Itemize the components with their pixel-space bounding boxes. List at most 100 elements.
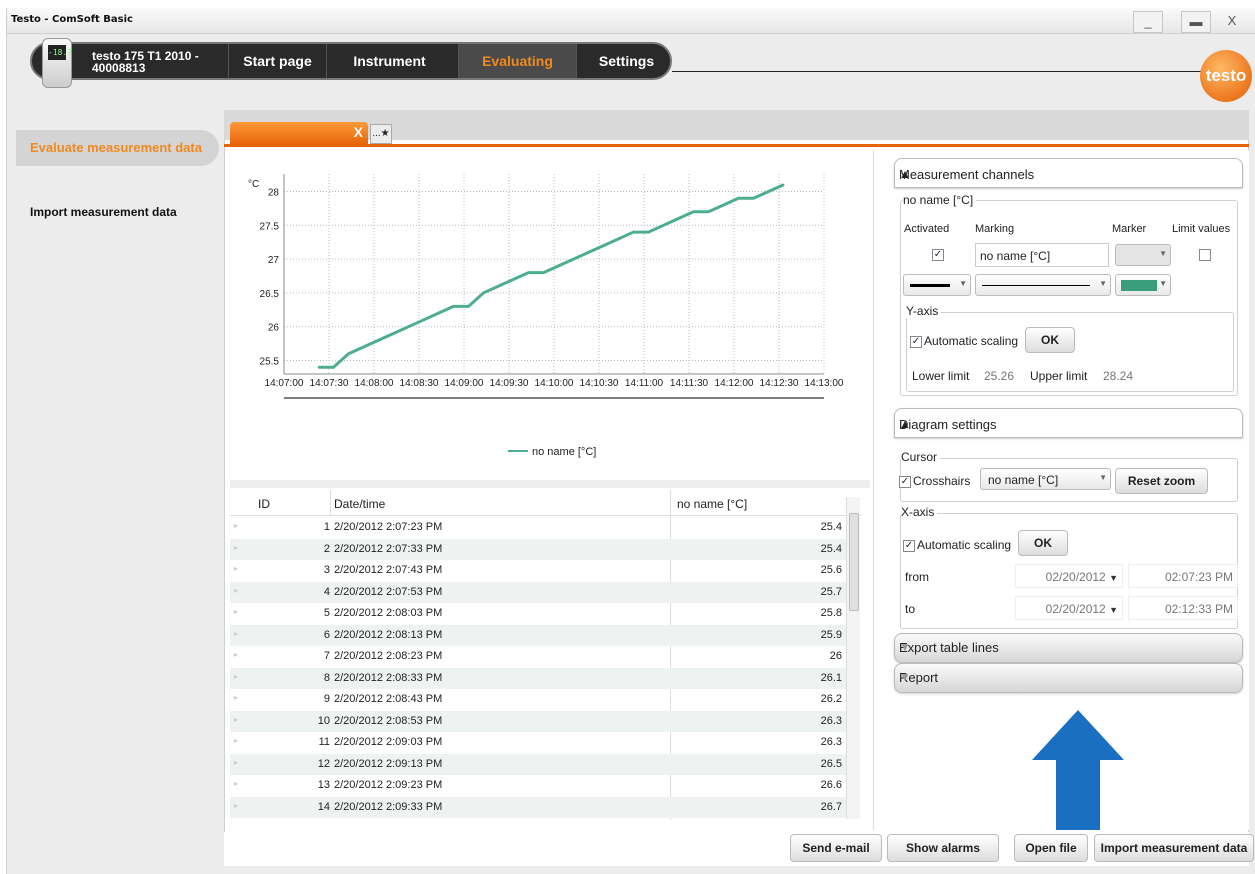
document-tab[interactable]: X xyxy=(230,122,368,144)
data-point[interactable] xyxy=(707,210,710,213)
reset-zoom-button[interactable]: Reset zoom xyxy=(1115,468,1208,494)
table-row[interactable]: ▸ 10 2/20/2012 2:08:53 PM 26.3 xyxy=(230,710,852,732)
minimize-button[interactable]: _ xyxy=(1133,11,1163,33)
marking-input[interactable]: no name [°C] xyxy=(975,243,1109,267)
lower-limit-value[interactable]: 25.26 xyxy=(984,369,1014,383)
limit-values-checkbox[interactable] xyxy=(1199,249,1211,261)
table-row[interactable]: ▸ 6 2/20/2012 2:08:13 PM 25.9 xyxy=(230,624,852,646)
send-email-button[interactable]: Send e-mail xyxy=(790,834,882,862)
data-point[interactable] xyxy=(407,325,410,328)
y-auto-scaling-checkbox[interactable]: ✓ xyxy=(910,336,922,348)
data-point[interactable] xyxy=(482,291,485,294)
col-id-header[interactable]: ID xyxy=(258,497,270,511)
import-measurement-data-button[interactable]: Import measurement data xyxy=(1094,834,1254,862)
data-point[interactable] xyxy=(332,366,335,369)
table-row[interactable]: ▸ 14 2/20/2012 2:09:33 PM 26.7 xyxy=(230,796,852,818)
line-color-dropdown[interactable]: ▼ xyxy=(1115,274,1171,296)
data-point[interactable] xyxy=(452,305,455,308)
new-tab-button[interactable]: ...★ xyxy=(370,124,392,144)
dropdown-arrow-icon: ▼ xyxy=(1109,573,1118,583)
to-date-picker[interactable]: 02/20/2012 ▼ xyxy=(1015,596,1123,620)
x-auto-scaling-checkbox[interactable]: ✓ xyxy=(903,540,915,552)
table-row[interactable]: ▸ 2 2/20/2012 2:07:33 PM 25.4 xyxy=(230,538,852,560)
sidebar-item-import[interactable]: Import measurement data xyxy=(30,205,177,219)
data-point[interactable] xyxy=(572,258,575,261)
table-row[interactable]: ▸ 3 2/20/2012 2:07:43 PM 25.6 xyxy=(230,560,852,581)
export-table-lines-header[interactable]: Export table lines ▼ xyxy=(894,633,1243,663)
col-value-header[interactable]: no name [°C] xyxy=(677,497,747,511)
y-ok-button[interactable]: OK xyxy=(1025,327,1075,353)
table-row[interactable]: ▸ 8 2/20/2012 2:08:33 PM 26.1 xyxy=(230,667,852,689)
data-point[interactable] xyxy=(677,217,680,220)
data-point[interactable] xyxy=(527,271,530,274)
maximize-button[interactable]: ▬ xyxy=(1181,11,1211,33)
data-point[interactable] xyxy=(662,224,665,227)
data-point[interactable] xyxy=(557,264,560,267)
data-point[interactable] xyxy=(632,231,635,234)
tab-instrument[interactable]: Instrument xyxy=(326,44,452,78)
marker-dropdown[interactable]: ▼ xyxy=(1115,244,1171,266)
crosshairs-checkbox[interactable]: ✓ xyxy=(899,476,911,488)
table-row[interactable]: ▸ 13 2/20/2012 2:09:23 PM 26.6 xyxy=(230,775,852,796)
measurement-chart[interactable]: 14:07:00 14:07:30 14:08:00 14:08:30 14:09:00… xyxy=(230,150,868,480)
data-point[interactable] xyxy=(362,345,365,348)
from-date-picker[interactable]: 02/20/2012 ▼ xyxy=(1015,564,1123,588)
table-row[interactable]: ▸ 7 2/20/2012 2:08:23 PM 26 xyxy=(230,646,852,667)
data-point[interactable] xyxy=(437,312,440,315)
data-point[interactable] xyxy=(737,197,740,200)
show-alarms-button[interactable]: Show alarms xyxy=(887,834,999,862)
x-ok-button[interactable]: OK xyxy=(1018,530,1068,556)
open-file-button[interactable]: Open file xyxy=(1014,834,1088,862)
data-point[interactable] xyxy=(752,197,755,200)
data-point[interactable] xyxy=(467,305,470,308)
data-point[interactable] xyxy=(422,318,425,321)
table-row[interactable]: ▸ 4 2/20/2012 2:07:53 PM 25.7 xyxy=(230,581,852,603)
data-point[interactable] xyxy=(542,271,545,274)
table-row[interactable]: ▸ 5 2/20/2012 2:08:03 PM 25.8 xyxy=(230,603,852,624)
sidebar-item-evaluate[interactable]: Evaluate measurement data xyxy=(16,130,219,166)
data-point[interactable] xyxy=(602,244,605,247)
data-point[interactable] xyxy=(587,251,590,254)
splitter[interactable] xyxy=(230,480,870,488)
data-point[interactable] xyxy=(782,183,785,186)
series-line[interactable] xyxy=(318,183,785,369)
data-point[interactable] xyxy=(392,332,395,335)
crosshairs-channel-dropdown[interactable]: no name [°C] ▼ xyxy=(980,468,1111,490)
close-tab-icon[interactable]: X xyxy=(354,124,363,140)
line-width-dropdown[interactable]: ▼ xyxy=(903,274,971,296)
to-time-field[interactable]: 02:12:33 PM xyxy=(1128,596,1238,620)
table-scrollbar[interactable] xyxy=(846,497,860,819)
activated-checkbox[interactable]: ✓ xyxy=(932,249,944,261)
tab-evaluating[interactable]: Evaluating xyxy=(458,44,576,78)
chart-svg[interactable]: 14:07:00 14:07:30 14:08:00 14:08:30 14:09:00… xyxy=(230,150,868,480)
data-point[interactable] xyxy=(377,339,380,342)
data-point[interactable] xyxy=(347,352,350,355)
upper-limit-value[interactable]: 28.24 xyxy=(1103,369,1133,383)
data-point[interactable] xyxy=(512,278,515,281)
cell-datetime: 2/20/2012 2:08:03 PM xyxy=(334,607,443,619)
data-point[interactable] xyxy=(647,231,650,234)
data-point[interactable] xyxy=(692,210,695,213)
data-point[interactable] xyxy=(722,204,725,207)
table-row[interactable]: ▸ 12 2/20/2012 2:09:13 PM 26.5 xyxy=(230,753,852,775)
tab-settings[interactable]: Settings xyxy=(576,44,676,78)
row-indicator-icon: ▸ xyxy=(234,521,239,530)
data-point[interactable] xyxy=(617,237,620,240)
close-button[interactable]: X xyxy=(1217,11,1247,33)
data-point[interactable] xyxy=(497,285,500,288)
data-table[interactable]: ID Date/time no name [°C] ▸ 1 2/20/2012 2:… xyxy=(230,490,862,820)
tab-start-page[interactable]: Start page xyxy=(228,44,326,78)
line-style-dropdown[interactable]: ▼ xyxy=(975,274,1111,296)
col-datetime-header[interactable]: Date/time xyxy=(334,497,385,511)
from-time-field[interactable]: 02:07:23 PM xyxy=(1128,564,1238,588)
diagram-settings-header[interactable]: Diagram settings ▲ xyxy=(894,408,1243,438)
table-row[interactable]: ▸ 9 2/20/2012 2:08:43 PM 26.2 xyxy=(230,689,852,710)
scrollbar-thumb[interactable] xyxy=(849,513,859,611)
table-row[interactable]: ▸ 11 2/20/2012 2:09:03 PM 26.3 xyxy=(230,732,852,753)
measurement-channels-header[interactable]: Measurement channels ▲ xyxy=(894,158,1243,188)
data-point[interactable] xyxy=(317,366,320,369)
data-point[interactable] xyxy=(767,190,770,193)
report-header[interactable]: Report ▼ xyxy=(894,663,1243,693)
table-row[interactable]: ▸ 1 2/20/2012 2:07:23 PM 25.4 xyxy=(230,517,852,538)
table-header: ID Date/time no name [°C] xyxy=(230,490,862,516)
